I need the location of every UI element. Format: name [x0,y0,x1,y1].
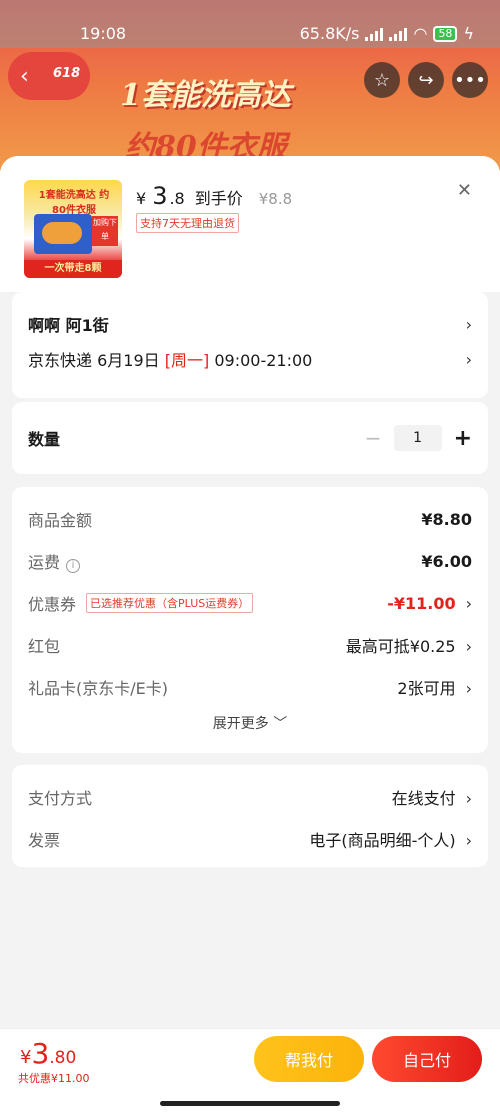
battery-icon: 58 [433,25,458,42]
quantity-card: 数量 − 1 + [12,402,488,474]
chevron-right-icon: › [465,314,472,334]
home-indicator [160,1101,340,1106]
coupon-row[interactable]: 优惠券 已选推荐优惠（含PLUS运费券） -¥11.00 › [28,591,472,615]
chevron-down-icon: ﹀ [273,716,288,732]
coupon-badge: 已选推荐优惠（含PLUS运费券） [86,593,254,613]
chevron-right-icon: › [465,789,472,808]
product-thumbnail: 1套能洗高达 约80件衣服 加购下单 一次带走8颗 [24,180,122,278]
redpacket-row[interactable]: 红包 最高可抵¥0.25 › [28,633,472,657]
wifi-icon: ◠ [413,24,428,43]
coupon-value: -¥11.00 [387,593,456,613]
status-bar: 19:08 65.8K/s ◠ 58 ϟ [0,0,500,48]
cost-card: 商品金额 ¥8.80 运费 i ¥6.00 优惠券 已选推荐优惠（含PLUS运费券）… [12,487,488,753]
plus-button[interactable]: + [454,426,472,451]
payment-card: 支付方式 在线支付 › 发票 电子(商品明细-个人) › [12,765,488,867]
more-button[interactable]: ••• [452,62,488,98]
chevron-right-icon: › [465,593,472,613]
charging-icon: ϟ [463,24,474,43]
return-policy-badge: 支持7天无理由退货 [136,213,239,233]
shipping-row: 运费 i ¥6.00 [28,551,472,573]
info-icon[interactable]: i [66,559,81,573]
more-icon: ••• [454,69,486,91]
expand-more-link[interactable]: 展开更多 ﹀ [12,713,488,733]
delivery-row[interactable]: 京东快递 6月19日 [周一] 09:00-21:00 › [28,347,472,371]
address-row[interactable]: 啊啊 阿1街 › [28,312,472,336]
total-price: ¥3.80 [20,1037,77,1070]
close-icon[interactable]: ✕ [457,180,472,201]
delivery-info: 京东快递 6月19日 [周一] 09:00-21:00 [28,351,313,370]
favorite-button[interactable]: ☆ [364,62,400,98]
chevron-right-icon: › [465,831,472,850]
star-icon: ☆ [373,69,391,91]
help-me-pay-button[interactable]: 帮我付 [254,1036,364,1082]
pay-myself-button[interactable]: 自己付 [372,1036,482,1082]
checkout-bar: ¥3.80 共优惠¥11.00 帮我付 自己付 [0,1028,500,1112]
quantity-input[interactable]: 1 [393,425,442,451]
chevron-right-icon: › [465,637,472,656]
payment-method-row[interactable]: 支付方式 在线支付 › [28,785,472,809]
banner-headline: 1套能洗高达 [120,78,291,113]
goods-amount-row: 商品金额 ¥8.80 [28,509,472,531]
net-speed: 65.8K/s [299,24,360,43]
address-card[interactable]: 啊啊 阿1街 › 京东快递 6月19日 [周一] 09:00-21:00 › [12,292,488,398]
total-savings: 共优惠¥11.00 [18,1072,90,1085]
price-label: 到手价 [194,189,243,208]
original-price: ¥8.8 [258,190,293,208]
quantity-stepper[interactable]: − 1 + [365,425,472,451]
product-header: 1套能洗高达 约80件衣服 加购下单 一次带走8颗 ¥3.8 到手价 ¥8.8 … [0,156,500,292]
signal-icon-2 [389,27,408,41]
minus-button[interactable]: − [365,426,382,450]
chevron-right-icon: › [465,679,472,698]
product-price: ¥3.8 到手价 ¥8.8 [136,182,293,210]
quantity-label: 数量 [28,430,61,449]
status-time: 19:08 [80,24,127,43]
back-button[interactable]: ‹ 618 [8,52,90,100]
chevron-right-icon: › [465,349,472,369]
giftcard-row[interactable]: 礼品卡(京东卡/E卡) 2张可用 › [28,675,472,699]
share-button[interactable]: ↪ [408,62,444,98]
invoice-row[interactable]: 发票 电子(商品明细-个人) › [28,827,472,851]
address-name: 啊啊 阿1街 [28,316,109,335]
checkout-sheet: 1套能洗高达 约80件衣服 加购下单 一次带走8颗 ¥3.8 到手价 ¥8.8 … [0,156,500,1112]
back-arrow-icon: ‹ [20,64,29,89]
share-icon: ↪ [418,69,434,91]
event-badge: 618 [53,66,81,81]
signal-icon [365,27,384,41]
